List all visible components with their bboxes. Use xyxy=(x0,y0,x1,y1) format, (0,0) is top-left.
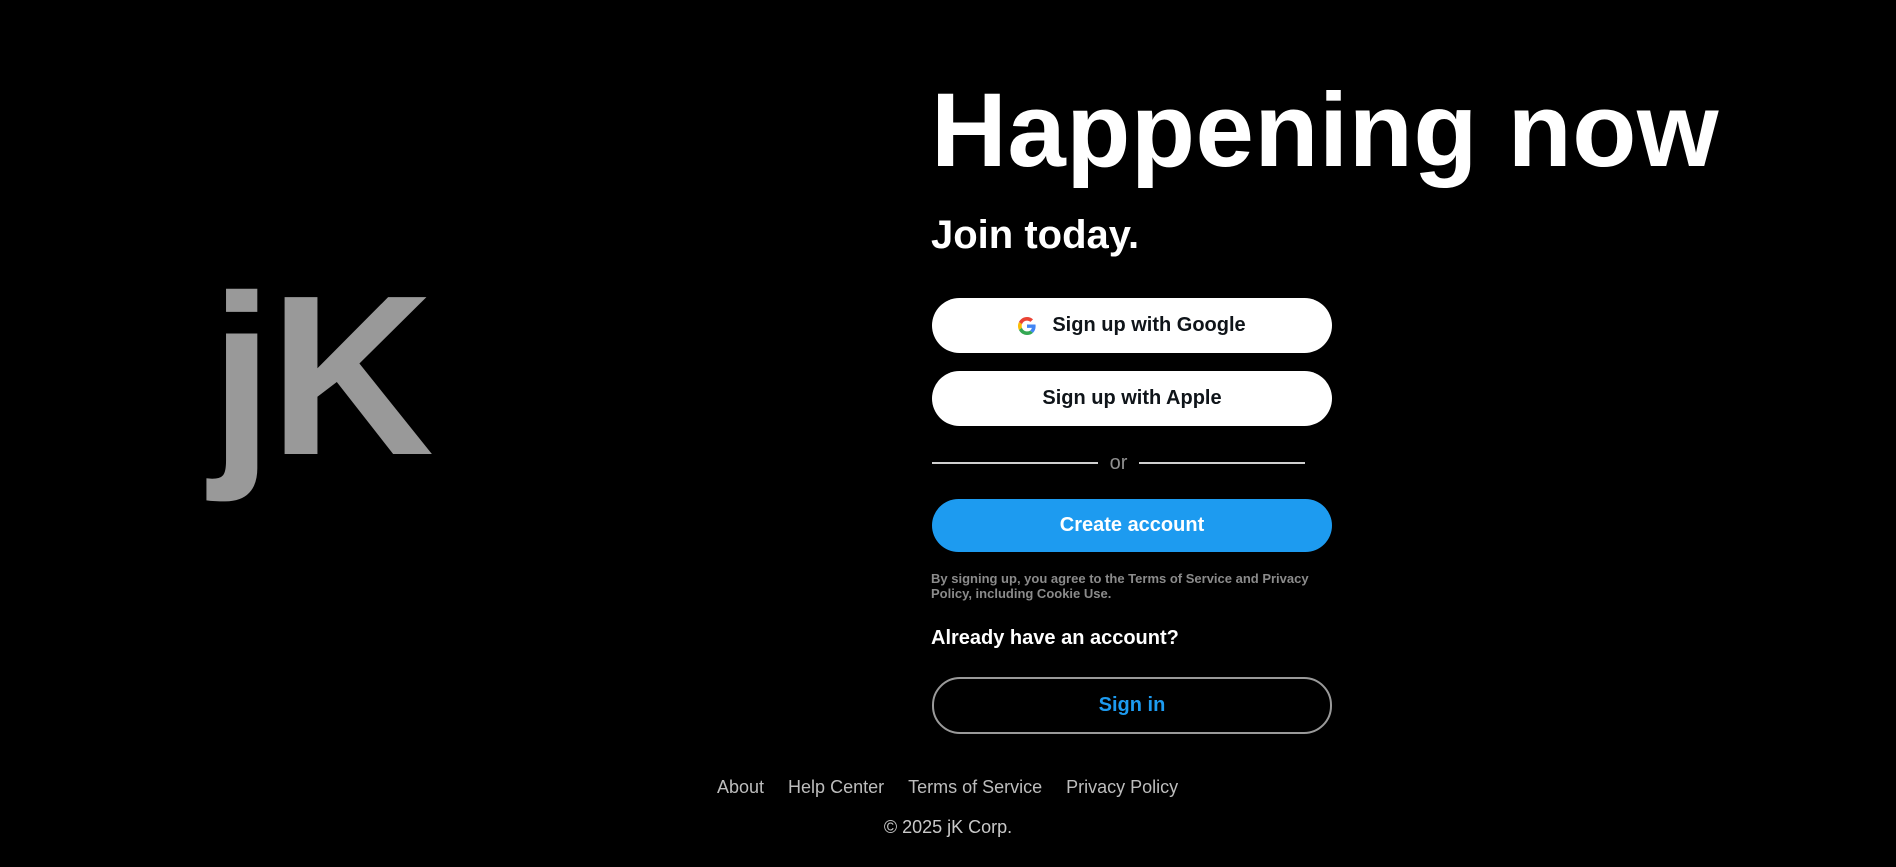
copyright-text: © 2025 jK Corp. xyxy=(883,817,1013,837)
brand-logo: jK xyxy=(210,249,434,503)
footer-link-help-center[interactable]: Help Center xyxy=(788,777,884,798)
login-page: jK Happening now Join today. Sign up wit… xyxy=(0,0,1896,867)
create-account-label: Create account xyxy=(1059,514,1205,536)
footer-link-privacy[interactable]: Privacy Policy xyxy=(1066,777,1178,798)
signup-google-button[interactable]: Sign up with Google xyxy=(932,298,1332,353)
footer-link-terms[interactable]: Terms of Service xyxy=(908,777,1042,798)
signup-apple-button[interactable]: Sign up with Apple xyxy=(932,371,1332,426)
create-account-button[interactable]: Create account xyxy=(932,499,1332,552)
divider-line-left xyxy=(932,462,1098,464)
signin-prompt: Already have an account? xyxy=(931,627,1179,649)
legal-notice: By signing up, you agree to the Terms of… xyxy=(931,571,1309,601)
signup-apple-label: Sign up with Apple xyxy=(1042,387,1222,409)
page-headline: Happening now xyxy=(931,72,1720,189)
google-icon xyxy=(1018,316,1036,335)
signup-google-label: Sign up with Google xyxy=(1052,314,1246,336)
page-subheadline: Join today. xyxy=(931,213,1140,257)
or-divider: or xyxy=(932,450,1306,476)
divider-line-right xyxy=(1139,462,1306,464)
divider-text: or xyxy=(1109,452,1128,474)
sign-in-label: Sign in xyxy=(1098,694,1166,716)
sign-in-button[interactable]: Sign in xyxy=(932,677,1332,734)
footer-link-about[interactable]: About xyxy=(717,777,764,798)
